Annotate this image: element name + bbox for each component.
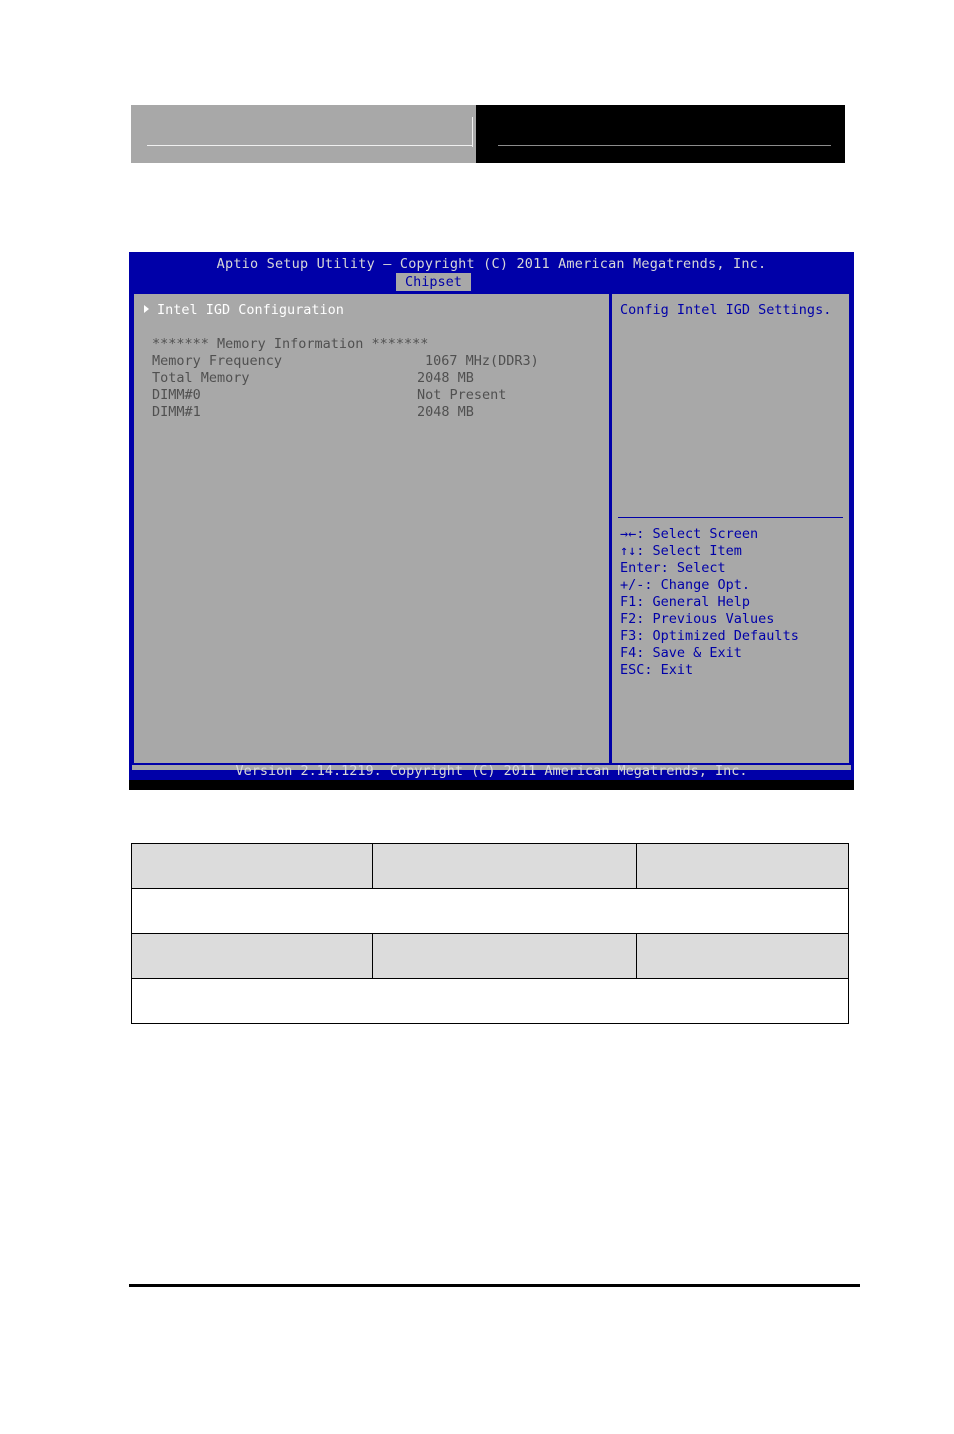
menu-item-intel-igd-configuration[interactable]: Intel IGD Configuration	[144, 302, 344, 318]
table-row	[131, 888, 849, 934]
esc-key-label: ESC	[620, 662, 645, 678]
memory-information-section: ******* Memory Information ******* Memor…	[152, 336, 602, 421]
help-divider	[618, 517, 843, 518]
legend-optimized-defaults: F3: Optimized Defaults	[620, 628, 843, 645]
menu-item-label: Intel IGD Configuration	[157, 302, 344, 318]
table-cell	[131, 888, 849, 934]
header-block-left	[131, 105, 476, 163]
footer-divider-extension	[555, 1285, 860, 1286]
legend-select-item: ↑↓: Select Item	[620, 543, 843, 560]
legend-change-opt-label: : Change Opt.	[644, 577, 751, 593]
legend-previous-values: F2: Previous Values	[620, 611, 843, 628]
table-cell	[636, 933, 849, 979]
arrow-left-right-icon: →←	[620, 526, 637, 542]
header-block-right	[476, 105, 845, 163]
bios-setup-screen: Aptio Setup Utility – Copyright (C) 2011…	[129, 252, 854, 790]
legend-exit-label: : Exit	[644, 662, 694, 678]
table-cell	[636, 843, 849, 889]
bios-bottom-edge	[129, 780, 854, 790]
memory-row-memory-frequency: Memory Frequency 1067 MHz(DDR3)	[152, 353, 602, 370]
memory-row-total-memory: Total Memory 2048 MB	[152, 370, 602, 387]
header-left-vertical-rule	[472, 117, 473, 147]
f3-key-label: F3	[620, 628, 637, 644]
bios-body: Intel IGD Configuration ******* Memory I…	[132, 292, 851, 765]
total-memory-value: 2048 MB	[417, 370, 474, 386]
bios-version-text: Version 2.14.1219. Copyright (C) 2011 Am…	[235, 763, 748, 779]
dimm0-value: Not Present	[417, 387, 507, 403]
table-row	[131, 843, 849, 889]
submenu-arrow-icon	[144, 305, 149, 313]
legend-select-item-label: : Select Item	[636, 543, 742, 559]
header-left-underline	[147, 145, 472, 146]
header-right-underline	[498, 145, 831, 146]
legend-general-help: F1: General Help	[620, 594, 843, 611]
legend-change-opt: +/-: Change Opt.	[620, 577, 843, 594]
f1-key-label: F1	[620, 594, 637, 610]
table-row	[131, 978, 849, 1024]
legend-general-help-label: : General Help	[636, 594, 751, 610]
memory-row-dimm1: DIMM#1 2048 MB	[152, 404, 602, 421]
legend-select-screen: →←: Select Screen	[620, 526, 843, 543]
dimm0-label: DIMM#0	[152, 387, 201, 403]
bios-title-bar: Aptio Setup Utility – Copyright (C) 2011…	[129, 252, 854, 292]
f2-key-label: F2	[620, 611, 637, 627]
legend-enter-select: Enter: Select	[620, 560, 843, 577]
navigation-legend: →←: Select Screen ↑↓: Select Item Enter:…	[620, 526, 843, 679]
bios-version-bar: Version 2.14.1219. Copyright (C) 2011 Am…	[129, 762, 854, 780]
bios-help-pane: Config Intel IGD Settings. →←: Select Sc…	[612, 294, 849, 763]
legend-optimized-defaults-label: : Optimized Defaults	[636, 628, 799, 644]
memory-frequency-value: 1067 MHz(DDR3)	[425, 353, 539, 369]
tab-chipset[interactable]: Chipset	[396, 273, 471, 291]
legend-select-screen-label: : Select Screen	[636, 526, 759, 542]
memory-information-heading: ******* Memory Information *******	[152, 336, 429, 352]
table-cell	[131, 933, 373, 979]
legend-previous-values-label: : Previous Values	[636, 611, 775, 627]
legend-save-and-exit-label: : Save & Exit	[636, 645, 742, 661]
legend-exit: ESC: Exit	[620, 662, 843, 679]
f4-key-label: F4	[620, 645, 637, 661]
memory-frequency-label: Memory Frequency	[152, 353, 283, 369]
dimm1-value: 2048 MB	[417, 404, 474, 420]
legend-enter-select-label: : Select	[660, 560, 726, 576]
table-cell	[131, 978, 849, 1024]
table-cell	[372, 843, 637, 889]
plus-minus-key-label: +/-	[620, 577, 645, 593]
enter-key-label: Enter	[620, 560, 661, 576]
memory-row-dimm0: DIMM#0 Not Present	[152, 387, 602, 404]
arrow-up-down-icon: ↑↓	[620, 543, 637, 559]
bios-title: Aptio Setup Utility – Copyright (C) 2011…	[216, 256, 767, 272]
total-memory-label: Total Memory	[152, 370, 250, 386]
table-cell	[131, 843, 373, 889]
page-header	[131, 105, 845, 163]
help-description: Config Intel IGD Settings.	[620, 302, 832, 318]
bios-tab-bar: Chipset	[129, 273, 854, 291]
spec-table	[131, 843, 849, 1024]
table-cell	[372, 933, 637, 979]
legend-save-and-exit: F4: Save & Exit	[620, 645, 843, 662]
bios-settings-pane: Intel IGD Configuration ******* Memory I…	[134, 294, 612, 763]
table-row	[131, 933, 849, 979]
dimm1-label: DIMM#1	[152, 404, 201, 420]
